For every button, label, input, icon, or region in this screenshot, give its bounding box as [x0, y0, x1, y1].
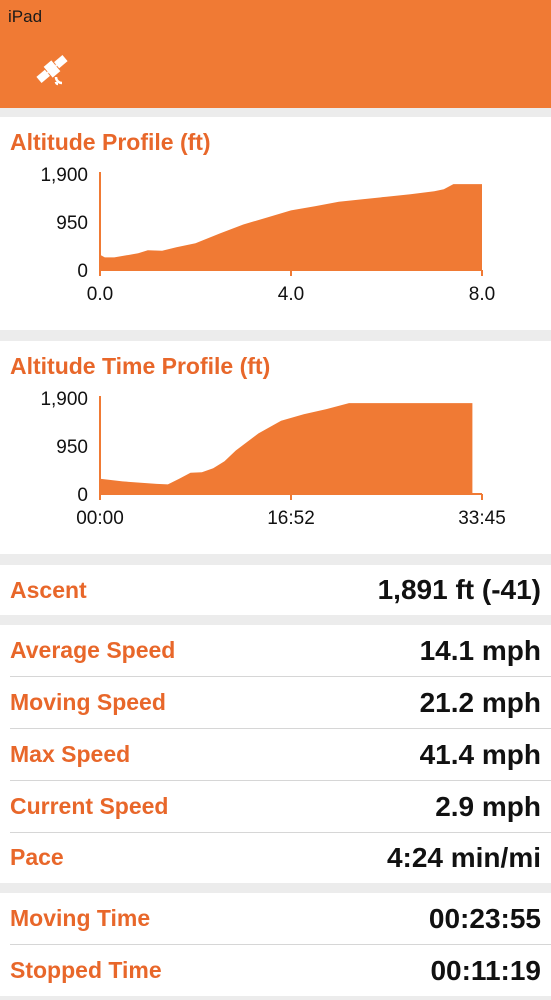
status-bar: iPad — [0, 0, 551, 30]
time-card: Moving Time 00:23:55 Stopped Time 00:11:… — [0, 893, 551, 996]
moving-speed-value: 21.2 mph — [419, 686, 541, 718]
current-speed-label: Current Speed — [10, 793, 169, 819]
gps-button[interactable] — [28, 48, 76, 90]
stat-row-max-speed: Max Speed 41.4 mph — [10, 729, 541, 780]
nav-bar — [0, 30, 551, 108]
altitude-time-profile-card: Altitude Time Profile (ft) 1,900 950 0 00:0… — [0, 341, 551, 554]
stat-row-average-speed: Average Speed 14.1 mph — [10, 625, 541, 676]
stat-row-ascent: Ascent 1,891 ft (-41) — [10, 565, 541, 615]
stat-row-stopped-time: Stopped Time 00:11:19 — [10, 945, 541, 996]
y-tick-label: 1,900 — [40, 389, 88, 410]
x-tick-label: 33:45 — [458, 508, 506, 529]
altitude-profile-chart: 1,900 950 00.0 4.0 8.0 — [40, 165, 495, 305]
x-tick-label: 16:52 — [267, 508, 315, 529]
stat-row-moving-time: Moving Time 00:23:55 — [10, 893, 541, 944]
y-tick-label: 950 — [56, 437, 88, 458]
max-speed-value: 41.4 mph — [419, 738, 541, 770]
satellite-icon — [36, 55, 68, 86]
x-tick-label: 8.0 — [469, 284, 495, 305]
altitude-area-series — [100, 403, 473, 494]
moving-time-label: Moving Time — [10, 905, 151, 931]
stat-row-moving-speed: Moving Speed 21.2 mph — [10, 677, 541, 728]
stat-row-pace: Pace 4:24 min/mi — [10, 832, 541, 883]
max-speed-label: Max Speed — [10, 741, 131, 767]
ascent-value: 1,891 ft (-41) — [377, 574, 541, 605]
moving-speed-label: Moving Speed — [10, 689, 166, 715]
ascent-card: Ascent 1,891 ft (-41) — [0, 565, 551, 615]
moving-time-value: 00:23:55 — [428, 902, 541, 934]
pace-label: Pace — [10, 844, 64, 870]
x-tick-label: 4.0 — [278, 284, 304, 305]
current-speed-value: 2.9 mph — [435, 790, 541, 822]
pace-value: 4:24 min/mi — [386, 841, 541, 873]
altitude-time-profile-chart: 1,900 950 000:00 16:52 33:45 — [40, 389, 506, 529]
stopped-time-label: Stopped Time — [10, 957, 162, 983]
stat-row-current-speed: Current Speed 2.9 mph — [10, 781, 541, 832]
ascent-label: Ascent — [10, 576, 87, 603]
altitude-area-series — [100, 184, 482, 270]
x-tick-label: 00:00 — [76, 508, 124, 529]
speed-card: Average Speed 14.1 mph Moving Speed 21.2… — [0, 625, 551, 883]
x-tick-label: 0.0 — [87, 284, 113, 305]
average-speed-label: Average Speed — [10, 637, 176, 663]
y-tick-label: 1,900 — [40, 165, 88, 186]
altitude-profile-card: Altitude Profile (ft) 1,900 950 0 0.0 4.0 8.0 — [0, 117, 551, 330]
average-speed-value: 14.1 mph — [419, 634, 541, 666]
y-tick-label: 0 — [77, 485, 88, 506]
stopped-time-value: 00:11:19 — [430, 954, 541, 986]
y-tick-label: 950 — [56, 213, 88, 234]
y-tick-label: 0 — [77, 261, 88, 282]
device-label: iPad — [8, 7, 43, 26]
